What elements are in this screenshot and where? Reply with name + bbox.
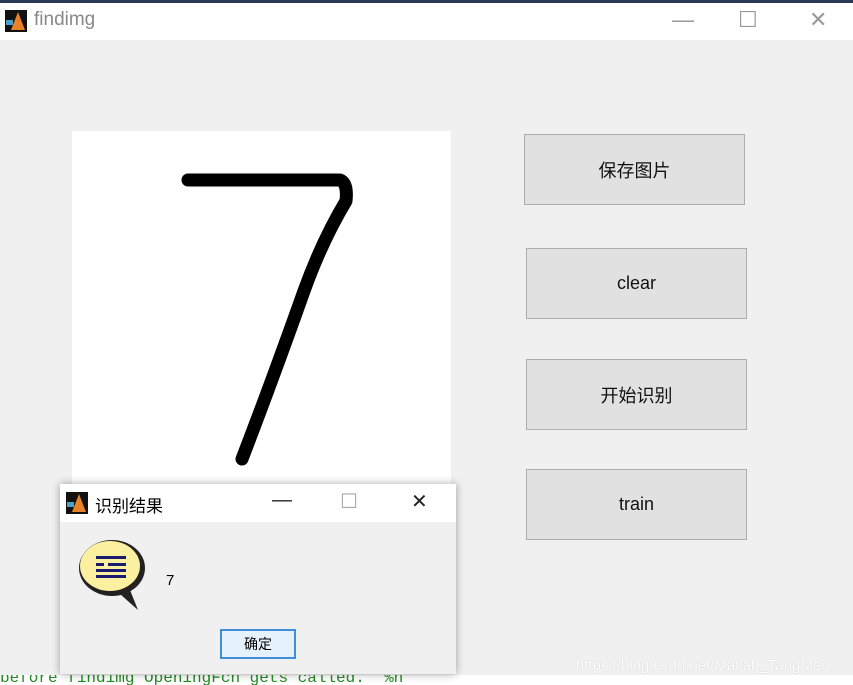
- main-titlebar: findimg — ☐ ✕: [0, 0, 853, 40]
- editor-text: before findimg OpeningFcn gets called. %…: [0, 675, 404, 685]
- close-button[interactable]: ✕: [809, 7, 827, 33]
- minimize-button[interactable]: —: [672, 7, 694, 33]
- dialog-title: 识别结果: [95, 497, 163, 516]
- handwritten-digit-seven: [181, 173, 353, 466]
- watermark: https://blog.csdn.net/Matlab_TangMen: [576, 657, 830, 674]
- train-button[interactable]: train: [526, 469, 747, 540]
- save-image-button[interactable]: 保存图片: [524, 134, 745, 205]
- dialog-message: 7: [166, 572, 175, 589]
- matlab-logo-icon: [5, 10, 27, 32]
- dialog-titlebar: 识别结果 — ☐ ✕: [60, 484, 456, 522]
- clear-button[interactable]: clear: [526, 248, 747, 319]
- dialog-minimize-button[interactable]: —: [272, 489, 292, 512]
- result-dialog: 识别结果 — ☐ ✕ 7 确定: [60, 484, 456, 674]
- window-title: findimg: [34, 9, 96, 30]
- help-speech-bubble-icon: [79, 540, 145, 610]
- drawing-canvas[interactable]: [72, 131, 451, 491]
- start-recognition-button[interactable]: 开始识别: [526, 359, 747, 430]
- matlab-logo-icon: [66, 492, 88, 514]
- background-editor: before findimg OpeningFcn gets called. %…: [0, 675, 853, 685]
- ok-button[interactable]: 确定: [220, 629, 296, 659]
- dialog-close-button[interactable]: ✕: [411, 489, 428, 514]
- dialog-maximize-button[interactable]: ☐: [340, 489, 358, 514]
- maximize-button[interactable]: ☐: [738, 7, 758, 33]
